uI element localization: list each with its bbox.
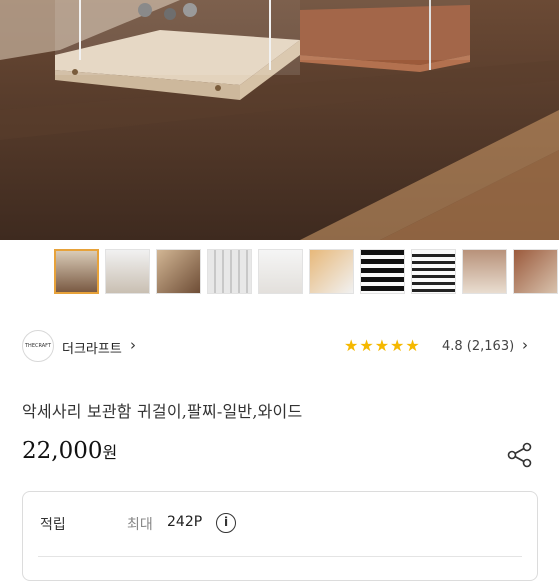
chevron-right-icon[interactable]: › [522,336,528,354]
product-title: 악세사리 보관함 귀걸이,팔찌-일반,와이드 [22,402,303,421]
thumbnail[interactable] [105,249,150,294]
star-icon: ★ [390,336,405,355]
star-icon: ★ [405,336,420,355]
thumbnail[interactable] [258,249,303,294]
star-icon: ★ [344,336,359,355]
divider [38,556,522,557]
chevron-right-icon[interactable]: › [130,336,136,354]
thumbnail[interactable] [207,249,252,294]
points-value: 242P [167,514,203,530]
thumbnail[interactable] [462,249,507,294]
info-icon[interactable]: i [216,513,236,533]
share-icon[interactable] [505,440,535,470]
price-amount: 22,000 [22,438,103,464]
thumbnail[interactable] [54,249,99,294]
price-currency: 원 [102,443,118,462]
store-logo[interactable]: THECRAFT [22,330,54,362]
rating-stars: ★ ★ ★ ★ ★ [344,337,420,355]
rating-score[interactable]: 4.8 (2,163) [442,339,514,354]
store-rating-row: THECRAFT 더크라프트 › ★ ★ ★ ★ ★ 4.8 (2,163) › [22,330,537,364]
points-label: 적립 [40,517,66,533]
product-main-image[interactable] [0,0,559,240]
star-icon: ★ [359,336,374,355]
thumbnail[interactable] [411,249,456,294]
thumbnail[interactable] [156,249,201,294]
thumbnail[interactable] [309,249,354,294]
thumbnail[interactable] [360,249,405,294]
thumbnail[interactable] [513,249,558,294]
product-price: 22,000원 [22,438,117,464]
points-max-label: 최대 [127,517,153,533]
points-card: 적립 최대 242P i [22,491,538,581]
thumbnail-strip [54,249,558,294]
star-icon: ★ [374,336,390,355]
store-name-link[interactable]: 더크라프트 [62,338,122,357]
